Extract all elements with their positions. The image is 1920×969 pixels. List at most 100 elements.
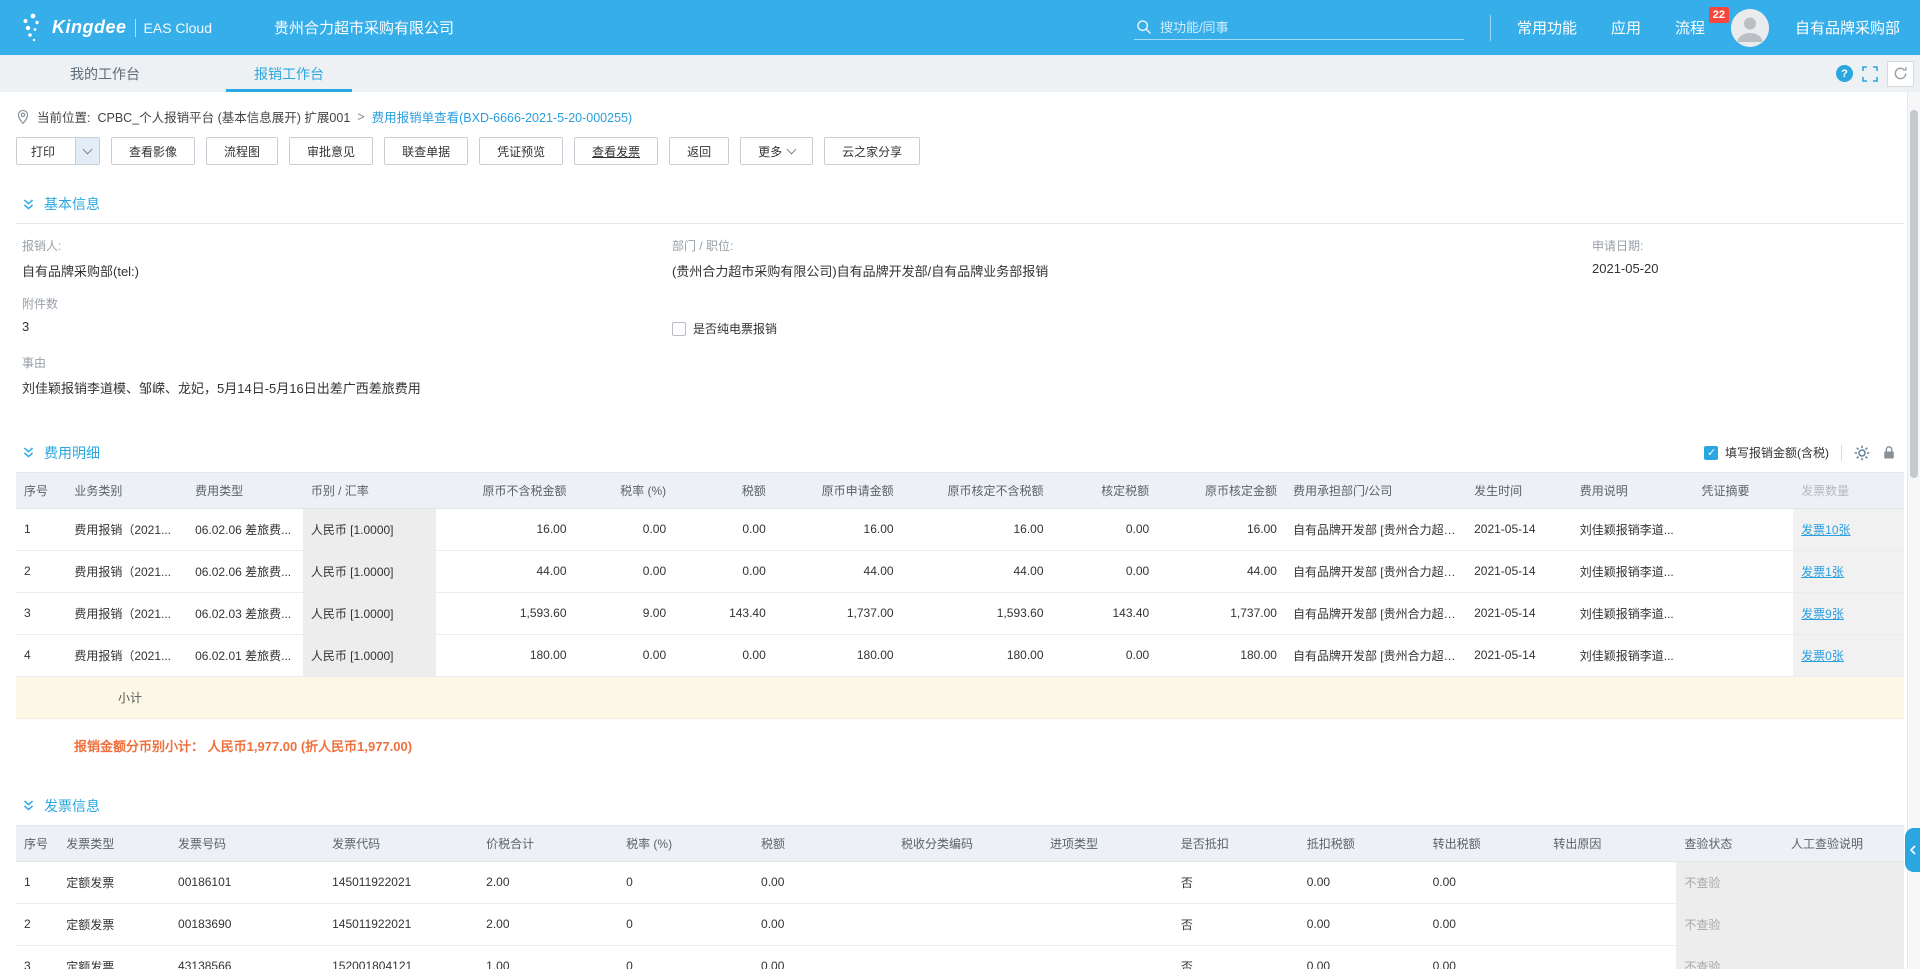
table-row[interactable]: 3定额发票431385661520018041211.0000.00否0.000… — [16, 945, 1904, 969]
company-name: 贵州合力超市采购有限公司 — [274, 17, 454, 38]
table-header-row: 序号发票类型发票号码发票代码价税合计税率 (%)税额税收分类编码进项类型是否抵扣… — [16, 826, 1904, 862]
table-cell: 180.00 — [902, 634, 1052, 676]
avatar[interactable] — [1731, 9, 1769, 47]
yunzhijia-share-button[interactable]: 云之家分享 — [824, 137, 920, 165]
field-apply-date: 申请日期: 2021-05-20 — [1592, 237, 1898, 280]
table-cell: 2021-05-14 — [1466, 592, 1572, 634]
view-image-button[interactable]: 查看影像 — [111, 137, 195, 165]
table-row[interactable]: 1费用报销（2021...06.02.06 差旅费...人民币 [1.0000]… — [16, 508, 1904, 550]
nav-common-functions[interactable]: 常用功能 — [1517, 17, 1577, 38]
table-cell: 发票1张 — [1793, 550, 1904, 592]
more-button[interactable]: 更多 — [740, 137, 813, 165]
brand-name: Kingdee — [52, 17, 127, 38]
back-button[interactable]: 返回 — [669, 137, 729, 165]
invoice-count-link[interactable]: 发票10张 — [1801, 523, 1850, 537]
table-cell: 定额发票 — [58, 945, 170, 969]
flowchart-button[interactable]: 流程图 — [206, 137, 278, 165]
table-cell: 刘佳颖报销李道... — [1572, 634, 1694, 676]
gear-icon[interactable] — [1854, 445, 1870, 461]
panel-collapse-tab[interactable] — [1905, 828, 1920, 872]
table-cell: 自有品牌开发部 [贵州合力超市... — [1285, 508, 1466, 550]
table-cell: 06.02.03 差旅费... — [187, 592, 303, 634]
linked-docs-button[interactable]: 联查单据 — [384, 137, 468, 165]
table-cell — [1042, 903, 1173, 945]
table-cell: 143.40 — [674, 592, 774, 634]
fill-amount-checkbox[interactable] — [1704, 446, 1718, 460]
field-label: 申请日期: — [1592, 237, 1898, 254]
table-row[interactable]: 1定额发票001861011450119220212.0000.00否0.000… — [16, 861, 1904, 903]
table-cell: 费用报销（2021... — [66, 550, 187, 592]
table-row[interactable]: 4费用报销（2021...06.02.01 差旅费...人民币 [1.0000]… — [16, 634, 1904, 676]
table-cell — [1694, 508, 1794, 550]
table-row[interactable]: 2费用报销（2021...06.02.06 差旅费...人民币 [1.0000]… — [16, 550, 1904, 592]
table-cell: 否 — [1173, 945, 1299, 969]
lock-icon[interactable] — [1882, 445, 1896, 460]
table-header-row: 序号业务类别费用类型币别 / 汇率原币不含税金额税率 (%)税额原币申请金额原币… — [16, 473, 1904, 509]
table-cell: 0.00 — [1299, 861, 1425, 903]
table-row[interactable]: 3费用报销（2021...06.02.03 差旅费...人民币 [1.0000]… — [16, 592, 1904, 634]
collapse-chevrons-icon[interactable] — [22, 446, 35, 459]
print-button[interactable]: 打印 — [16, 137, 100, 165]
column-header: 税收分类编码 — [893, 826, 1042, 862]
column-header: 进项类型 — [1042, 826, 1173, 862]
section-header-expense-detail: 费用明细 填写报销金额(含税) — [16, 434, 1904, 473]
print-label[interactable]: 打印 — [17, 138, 69, 164]
table-cell: 06.02.06 差旅费... — [187, 550, 303, 592]
table-cell: 06.02.06 差旅费... — [187, 508, 303, 550]
column-header: 费用说明 — [1572, 473, 1694, 509]
table-cell: 1,737.00 — [1157, 592, 1285, 634]
collapse-chevrons-icon[interactable] — [22, 198, 35, 211]
user-name[interactable]: 自有品牌采购部 — [1795, 17, 1900, 38]
approval-opinion-button[interactable]: 审批意见 — [289, 137, 373, 165]
tab-my-workbench[interactable]: 我的工作台 — [42, 55, 168, 92]
column-header: 费用类型 — [187, 473, 303, 509]
tab-bar: 我的工作台 报销工作台 ? — [0, 55, 1920, 92]
column-header: 税率 (%) — [618, 826, 753, 862]
field-label: 附件数 — [22, 295, 672, 312]
invoice-count-link[interactable]: 发票1张 — [1801, 565, 1844, 579]
collapse-chevrons-icon[interactable] — [22, 799, 35, 812]
search-input[interactable] — [1160, 20, 1440, 35]
section-header-basic-info: 基本信息 — [16, 185, 1904, 224]
table-cell: 0.00 — [575, 508, 675, 550]
table-cell: 不查验 — [1676, 903, 1783, 945]
fullscreen-icon[interactable] — [1862, 66, 1878, 82]
help-icon[interactable]: ? — [1836, 65, 1853, 82]
voucher-preview-button[interactable]: 凭证预览 — [479, 137, 563, 165]
table-cell: 0.00 — [1052, 550, 1158, 592]
table-cell: 0.00 — [1425, 861, 1546, 903]
breadcrumb-current-link[interactable]: 费用报销单查看(BXD-6666-2021-5-20-000255) — [372, 107, 633, 126]
nav-applications[interactable]: 应用 — [1611, 17, 1641, 38]
table-cell: 2 — [16, 550, 66, 592]
table-cell: 自有品牌开发部 [贵州合力超市... — [1285, 634, 1466, 676]
view-invoice-button[interactable]: 查看发票 — [574, 137, 658, 165]
header-nav: 常用功能 应用 流程 22 — [1517, 17, 1705, 38]
checkbox-label: 是否纯电票报销 — [693, 320, 777, 337]
table-cell: 0.00 — [1425, 945, 1546, 969]
page: Kingdee EAS Cloud 贵州合力超市采购有限公司 常用功能 应用 流… — [0, 0, 1920, 969]
invoice-count-link[interactable]: 发票0张 — [1801, 649, 1844, 663]
epure-checkbox-row[interactable]: 是否纯电票报销 — [672, 320, 777, 337]
table-cell: 0 — [618, 903, 753, 945]
tab-tools: ? — [1836, 55, 1914, 92]
invoice-count-link[interactable]: 发票9张 — [1801, 607, 1844, 621]
table-row[interactable]: 2定额发票001836901450119220212.0000.00否0.000… — [16, 903, 1904, 945]
table-cell: 180.00 — [1157, 634, 1285, 676]
column-header: 币别 / 汇率 — [303, 473, 436, 509]
kingdee-logo-icon — [20, 12, 44, 44]
table-cell: 0.00 — [1299, 903, 1425, 945]
print-dropdown-caret[interactable] — [75, 138, 99, 164]
table-cell: 不查验 — [1676, 861, 1783, 903]
refresh-button[interactable] — [1887, 61, 1914, 87]
nav-process[interactable]: 流程 22 — [1675, 17, 1705, 38]
scrollbar-thumb[interactable] — [1910, 110, 1918, 478]
column-header: 人工查验说明 — [1783, 826, 1904, 862]
tab-reimburse-workbench[interactable]: 报销工作台 — [226, 55, 352, 92]
breadcrumb-separator: > — [357, 110, 364, 124]
table-cell: 自有品牌开发部 [贵州合力超市... — [1285, 592, 1466, 634]
breadcrumb-parent: CPBC_个人报销平台 (基本信息展开) 扩展001 — [97, 107, 350, 126]
fill-amount-checkbox-row[interactable]: 填写报销金额(含税) — [1704, 444, 1829, 461]
epure-checkbox[interactable] — [672, 322, 686, 336]
search-icon — [1136, 19, 1152, 35]
table-cell — [1694, 634, 1794, 676]
